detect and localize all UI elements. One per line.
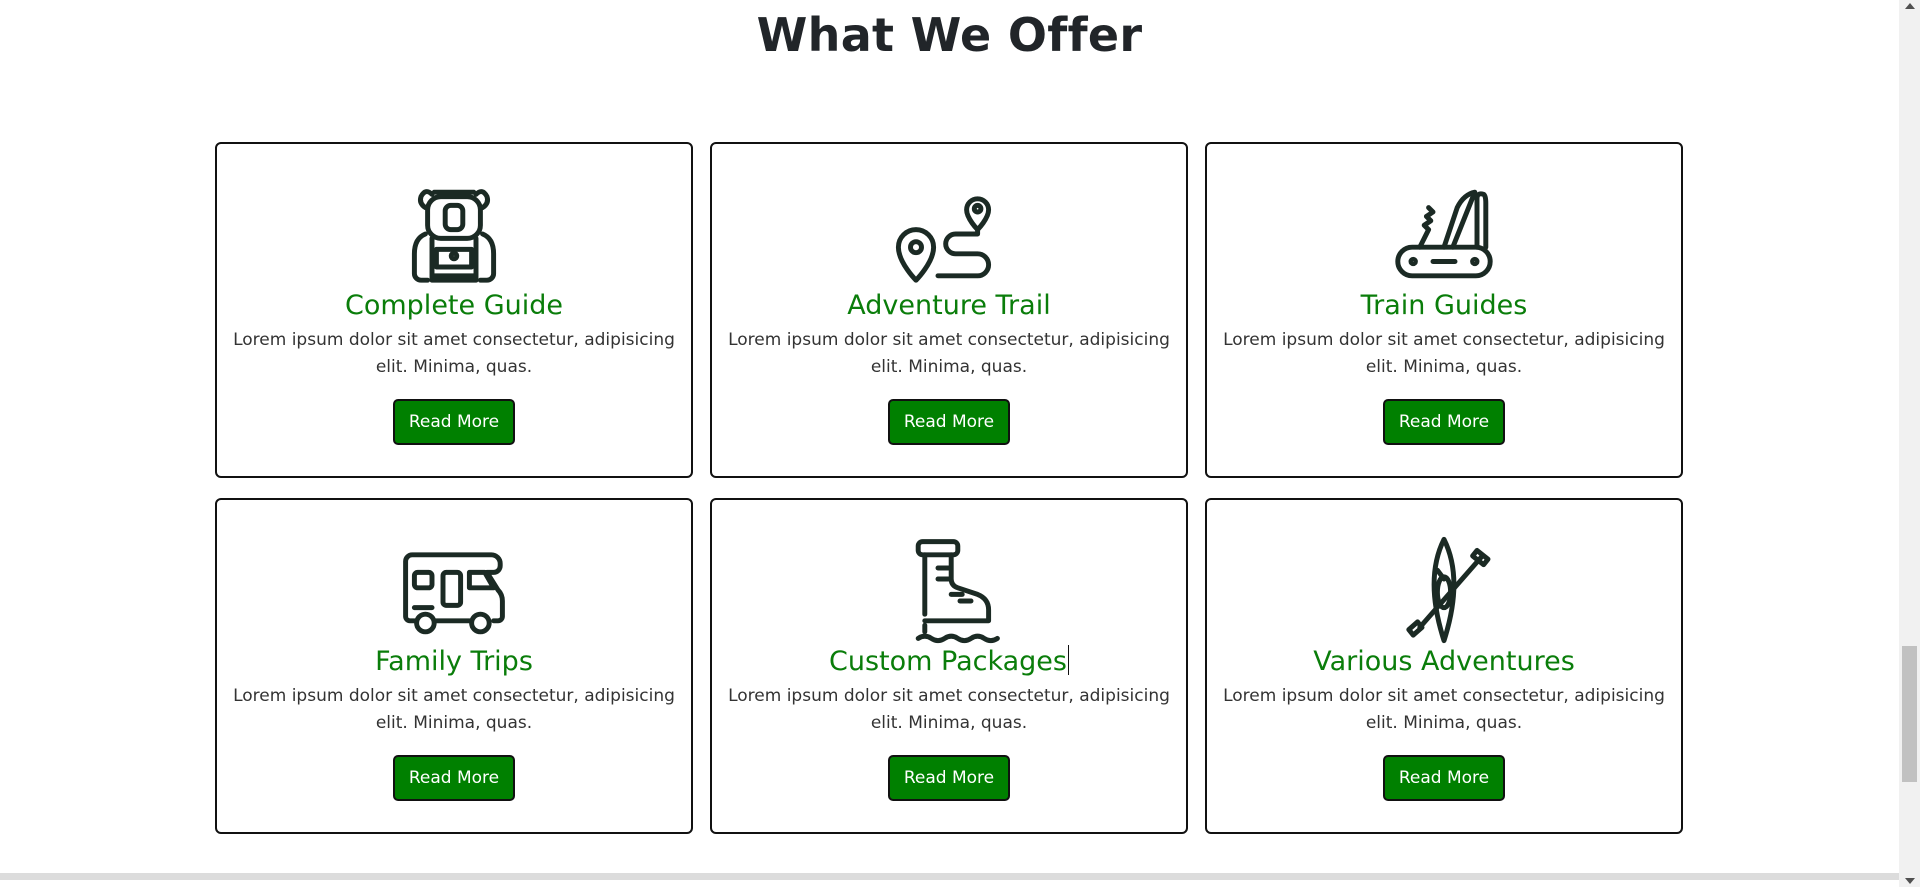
card-title: Various Adventures — [1313, 646, 1575, 677]
text-caret — [1068, 645, 1069, 675]
offer-card: Train Guides Lorem ipsum dolor sit amet … — [1205, 142, 1683, 478]
read-more-button[interactable]: Read More — [392, 399, 516, 445]
hiking-boot-icon — [894, 535, 1004, 645]
card-title-text: Custom Packages — [828, 646, 1067, 677]
offer-card: Custom Packages Lorem ipsum dolor sit am… — [710, 498, 1188, 834]
camper-van-icon — [399, 535, 509, 645]
offer-card: Various Adventures Lorem ipsum dolor sit… — [1205, 498, 1683, 834]
card-title: Complete Guide — [345, 290, 563, 321]
offer-card: Complete Guide Lorem ipsum dolor sit ame… — [215, 142, 693, 478]
offer-card: Family Trips Lorem ipsum dolor sit amet … — [215, 498, 693, 834]
section-title: What We Offer — [756, 8, 1143, 62]
vertical-scrollbar[interactable] — [1899, 0, 1920, 887]
card-text: Lorem ipsum dolor sit amet consectetur, … — [728, 686, 1170, 733]
scroll-up-arrow-icon[interactable] — [1905, 3, 1915, 9]
card-text: Lorem ipsum dolor sit amet consectetur, … — [1223, 686, 1665, 733]
read-more-button[interactable]: Read More — [887, 399, 1011, 445]
kayak-icon — [1389, 535, 1499, 645]
read-more-button[interactable]: Read More — [887, 755, 1011, 801]
card-text: Lorem ipsum dolor sit amet consectetur, … — [233, 330, 675, 377]
bottom-edge-bar — [0, 873, 1899, 880]
read-more-button[interactable]: Read More — [1382, 755, 1506, 801]
read-more-button[interactable]: Read More — [392, 755, 516, 801]
map-route-icon — [894, 179, 1004, 289]
card-title: Family Trips — [375, 646, 533, 677]
offer-card: Adventure Trail Lorem ipsum dolor sit am… — [710, 142, 1188, 478]
card-title: Train Guides — [1360, 290, 1528, 321]
card-title: Custom Packages — [829, 645, 1069, 679]
card-title: Adventure Trail — [847, 290, 1051, 321]
scroll-down-arrow-icon[interactable] — [1905, 878, 1915, 884]
backpack-icon — [399, 179, 509, 289]
card-text: Lorem ipsum dolor sit amet consectetur, … — [1223, 330, 1665, 377]
card-text: Lorem ipsum dolor sit amet consectetur, … — [728, 330, 1170, 377]
card-text: Lorem ipsum dolor sit amet consectetur, … — [233, 686, 675, 733]
page: What We Offer Complete Guide Lorem ipsum… — [0, 0, 1899, 880]
offer-grid: Complete Guide Lorem ipsum dolor sit ame… — [215, 142, 1683, 834]
scrollbar-thumb[interactable] — [1902, 646, 1917, 782]
pocket-knife-icon — [1389, 179, 1499, 289]
read-more-button[interactable]: Read More — [1382, 399, 1506, 445]
